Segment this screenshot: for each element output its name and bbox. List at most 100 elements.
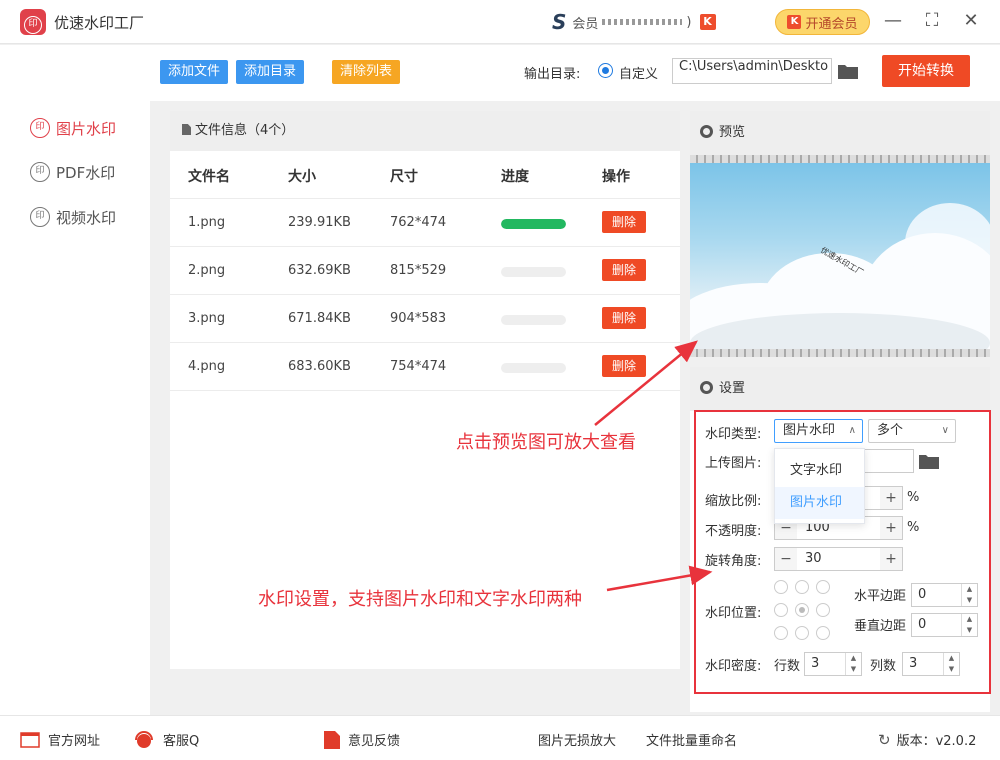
lossless-enlarge-link[interactable]: 图片无损放大 <box>538 730 616 749</box>
delete-button[interactable]: 删除 <box>602 259 646 281</box>
preview-image[interactable]: 优速水印工厂 <box>690 155 990 357</box>
custom-output-radio[interactable] <box>598 63 613 78</box>
member-prefix: 会员 <box>572 16 599 32</box>
clear-list-button[interactable]: 清除列表 <box>332 60 401 84</box>
table-row[interactable]: 4.png 683.60KB 754*474 删除 <box>170 343 680 391</box>
seal-icon: 印 <box>30 162 50 182</box>
service-link[interactable]: 客服Q <box>133 730 290 749</box>
plus-icon[interactable]: + <box>880 517 902 539</box>
preview-title: 预览 <box>719 125 746 140</box>
app-logo-icon: 印 <box>20 9 46 35</box>
file-list-header: 文件信息（4个） <box>170 111 680 151</box>
position-bottom-left[interactable] <box>774 626 788 640</box>
watermark-count-select[interactable]: 多个 ∨ <box>868 419 956 443</box>
start-convert-button[interactable]: 开始转换 <box>882 55 970 87</box>
rotation-stepper[interactable]: −30 + <box>774 547 903 571</box>
settings-title: 设置 <box>719 381 746 396</box>
delete-button[interactable]: 删除 <box>602 307 646 329</box>
spin-arrows-icon[interactable]: ▲ ▼ <box>845 653 861 675</box>
watermark-type-select[interactable]: 图片水印 ∧ <box>774 419 863 443</box>
watermark-type-label: 水印类型: <box>705 427 762 442</box>
spin-arrows-icon[interactable]: ▲ ▼ <box>961 584 977 606</box>
vip-badge-icon: K <box>787 15 802 29</box>
website-link[interactable]: 官方网址 <box>20 730 100 749</box>
file-dims: 762*474 <box>390 215 447 230</box>
position-middle-right[interactable] <box>816 603 830 617</box>
column-header-dims: 尺寸 <box>390 169 418 185</box>
v-margin-input[interactable]: 0 ▲ ▼ <box>911 613 978 637</box>
position-bottom-center[interactable] <box>795 626 809 640</box>
position-label: 水印位置: <box>705 606 762 621</box>
minus-icon[interactable]: − <box>775 548 797 570</box>
custom-output-label[interactable]: 自定义 <box>619 63 658 82</box>
position-top-center[interactable] <box>795 580 809 594</box>
position-bottom-right[interactable] <box>816 626 830 640</box>
batch-rename-link[interactable]: 文件批量重命名 <box>646 730 737 749</box>
member-id-redacted <box>602 19 683 25</box>
refresh-icon[interactable]: ↻ <box>878 731 891 749</box>
toolbar: 添加文件 添加目录 清除列表 输出目录: 自定义 C:\Users\admin\… <box>150 45 1000 101</box>
file-name: 3.png <box>188 311 226 326</box>
density-label: 水印密度: <box>705 659 762 674</box>
maximize-button[interactable]: ⛶ <box>921 10 943 32</box>
spin-arrows-icon[interactable]: ▲ ▼ <box>943 653 959 675</box>
add-file-button[interactable]: 添加文件 <box>160 60 229 84</box>
table-row[interactable]: 1.png 239.91KB 762*474 删除 <box>170 199 680 247</box>
column-header-name: 文件名 <box>188 169 230 185</box>
plus-icon[interactable]: + <box>880 487 902 509</box>
feedback-link[interactable]: 意见反馈 <box>324 730 400 749</box>
rotation-value[interactable]: 30 <box>797 548 880 570</box>
scale-percent: % <box>907 490 920 505</box>
rows-label: 行数 <box>774 659 801 674</box>
h-margin-label: 水平边距 <box>854 589 907 604</box>
vip-label: 开通会员 <box>805 16 858 32</box>
watermark-type-value: 图片水印 <box>783 423 836 438</box>
dropdown-option-image-watermark[interactable]: 图片水印 <box>775 487 864 519</box>
position-top-right[interactable] <box>816 580 830 594</box>
member-info[interactable]: S 会员 ) K <box>552 12 716 32</box>
dropdown-option-text-watermark[interactable]: 文字水印 <box>775 455 864 487</box>
sidebar-item-video-watermark[interactable]: 印 视频水印 <box>30 205 116 229</box>
spin-arrows-icon[interactable]: ▲ ▼ <box>961 614 977 636</box>
file-dims: 904*583 <box>390 311 447 326</box>
cloud-shape <box>905 203 990 283</box>
table-header: 文件名 大小 尺寸 进度 操作 <box>170 151 680 199</box>
member-suffix: ) <box>686 14 692 30</box>
add-directory-button[interactable]: 添加目录 <box>236 60 305 84</box>
table-row[interactable]: 3.png 671.84KB 904*583 删除 <box>170 295 680 343</box>
opacity-label: 不透明度: <box>705 524 762 539</box>
minimize-button[interactable]: — <box>882 10 904 32</box>
file-dims: 754*474 <box>390 359 447 374</box>
sidebar-item-image-watermark[interactable]: 印 图片水印 <box>30 116 116 140</box>
close-button[interactable]: ✕ <box>960 10 982 32</box>
progress-fill <box>501 219 566 229</box>
delete-button[interactable]: 删除 <box>602 355 646 377</box>
position-top-left[interactable] <box>774 580 788 594</box>
footer: 官方网址 客服Q 意见反馈 图片无损放大 文件批量重命名 ↻ 版本：v2.0.2 <box>0 715 1000 760</box>
delete-button[interactable]: 删除 <box>602 211 646 233</box>
file-size: 632.69KB <box>288 263 351 278</box>
plus-icon[interactable]: + <box>880 548 902 570</box>
upload-image-input[interactable] <box>858 449 914 473</box>
cols-input[interactable]: 3 ▲ ▼ <box>902 652 960 676</box>
position-center[interactable] <box>795 603 809 617</box>
vip-button[interactable]: K 开通会员 <box>775 9 870 35</box>
headset-icon <box>135 730 153 748</box>
feedback-label: 意见反馈 <box>348 734 401 749</box>
output-path-input[interactable]: C:\Users\admin\Deskto <box>672 58 832 84</box>
sidebar-item-pdf-watermark[interactable]: 印 PDF水印 <box>30 160 115 184</box>
h-margin-input[interactable]: 0 ▲ ▼ <box>911 583 978 607</box>
scale-label: 缩放比例: <box>705 494 762 509</box>
folder-icon[interactable] <box>919 453 939 469</box>
film-edge-bottom <box>690 349 990 357</box>
rotation-label: 旋转角度: <box>705 554 762 569</box>
folder-icon[interactable] <box>838 63 858 79</box>
service-label: 客服Q <box>163 734 200 749</box>
file-name: 2.png <box>188 263 226 278</box>
file-name: 1.png <box>188 215 226 230</box>
position-middle-left[interactable] <box>774 603 788 617</box>
version-info: ↻ 版本：v2.0.2 <box>878 730 976 749</box>
pdf-icon <box>324 730 340 749</box>
table-row[interactable]: 2.png 632.69KB 815*529 删除 <box>170 247 680 295</box>
rows-input[interactable]: 3 ▲ ▼ <box>804 652 862 676</box>
